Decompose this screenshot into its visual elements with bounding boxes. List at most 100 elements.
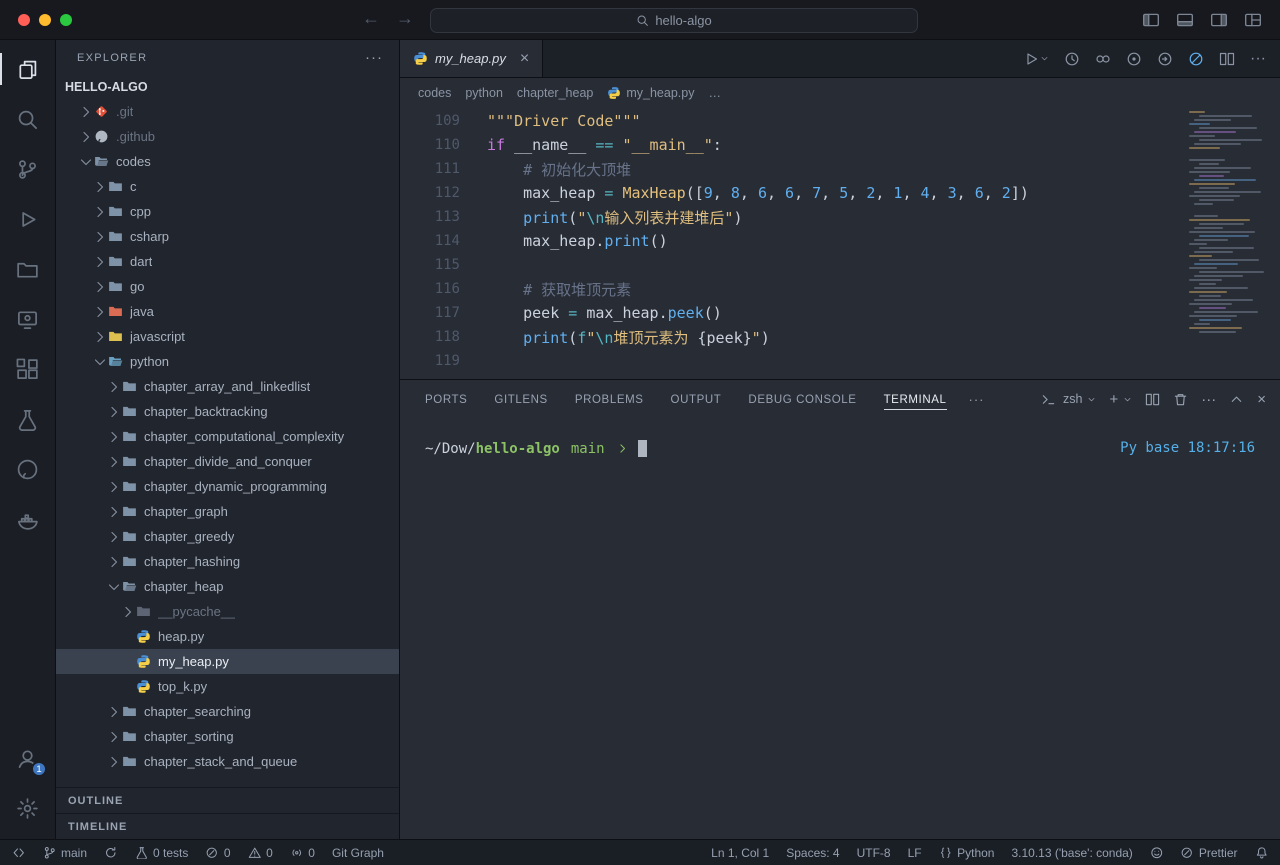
terminal-more-actions-icon[interactable]: ··· [1201, 392, 1216, 407]
toggle-secondary-sidebar-icon[interactable] [1210, 11, 1228, 29]
status-errors[interactable]: 0 [205, 846, 230, 860]
activity-remote-explorer[interactable] [0, 294, 55, 344]
tree-item-chapter-heap[interactable]: chapter_heap [56, 574, 399, 599]
activity-testing[interactable] [0, 394, 55, 444]
python-run-config-button[interactable] [1188, 51, 1204, 67]
customize-layout-icon[interactable] [1244, 11, 1262, 29]
activity-source-control[interactable] [0, 144, 55, 194]
toggle-primary-sidebar-icon[interactable] [1142, 11, 1160, 29]
tree-item-heap-py[interactable]: heap.py [56, 624, 399, 649]
activity-file-folders[interactable] [0, 244, 55, 294]
panel-tab-terminal[interactable]: TERMINAL [884, 389, 947, 410]
tree-item-my-heap-py[interactable]: my_heap.py [56, 649, 399, 674]
status-git-branch[interactable]: main [43, 846, 88, 860]
panel-more-tabs[interactable]: ··· [969, 392, 985, 407]
activity-run-and-debug[interactable] [0, 194, 55, 244]
status-ports[interactable]: 0 [290, 846, 315, 860]
status-tests[interactable]: 0 tests [135, 846, 189, 860]
terminal-content[interactable]: ~/Dow/hello-algo main Py base 18:17:16 [400, 418, 1280, 839]
command-center-search[interactable]: hello-algo [430, 8, 918, 33]
zoom-window-button[interactable] [60, 14, 72, 26]
panel-tab-gitlens[interactable]: GITLENS [494, 389, 547, 410]
tree-item-github[interactable]: .github [56, 124, 399, 149]
minimap[interactable] [1189, 111, 1275, 335]
status-notifications[interactable] [1255, 846, 1269, 860]
status-indentation[interactable]: Spaces: 4 [786, 846, 839, 860]
status-cursor-position[interactable]: Ln 1, Col 1 [711, 846, 769, 860]
view-timeline-button[interactable] [1064, 51, 1080, 67]
panel-tab-debug-console[interactable]: DEBUG CONSOLE [748, 389, 856, 410]
breadcrumb-item[interactable]: codes [418, 86, 451, 100]
status-sync[interactable] [104, 846, 118, 860]
status-git-graph[interactable]: Git Graph [332, 846, 384, 860]
tree-item-python[interactable]: python [56, 349, 399, 374]
panel-tab-problems[interactable]: PROBLEMS [575, 389, 644, 410]
close-window-button[interactable] [18, 14, 30, 26]
tree-item-chapter-backtracking[interactable]: chapter_backtracking [56, 399, 399, 424]
gitlens-open-changes-button[interactable] [1126, 51, 1142, 67]
forward-button[interactable]: → [396, 8, 414, 29]
activity-search[interactable] [0, 94, 55, 144]
more-actions-button[interactable]: ··· [1250, 51, 1266, 67]
tree-item-chapter-graph[interactable]: chapter_graph [56, 499, 399, 524]
outline-section[interactable]: OUTLINE [56, 787, 399, 813]
tree-item-chapter-stack-and-queue[interactable]: chapter_stack_and_queue [56, 749, 399, 774]
panel-tab-output[interactable]: OUTPUT [671, 389, 722, 410]
status-prettier[interactable]: Prettier [1180, 846, 1237, 860]
tree-item-chapter-greedy[interactable]: chapter_greedy [56, 524, 399, 549]
tree-item-git[interactable]: .git [56, 99, 399, 124]
kill-terminal-icon[interactable] [1173, 392, 1188, 407]
status-encoding[interactable]: UTF-8 [857, 846, 891, 860]
tree-item-csharp[interactable]: csharp [56, 224, 399, 249]
status-feedback[interactable] [1150, 846, 1164, 860]
code-editor[interactable]: 109"""Driver Code"""110if __name__ == "_… [400, 107, 1280, 379]
tab-my-heap-py[interactable]: my_heap.py × [400, 40, 543, 77]
status-remote[interactable] [12, 846, 26, 860]
tree-item-cpp[interactable]: cpp [56, 199, 399, 224]
tree-item-java[interactable]: java [56, 299, 399, 324]
tree-root-hello-algo[interactable]: HELLO-ALGO [56, 75, 399, 99]
run-python-file-button[interactable] [1023, 51, 1049, 67]
split-editor-button[interactable] [1219, 51, 1235, 67]
close-tab-icon[interactable]: × [520, 50, 529, 68]
toggle-panel-icon[interactable] [1176, 11, 1194, 29]
activity-docker[interactable] [0, 494, 55, 544]
tree-item-dart[interactable]: dart [56, 249, 399, 274]
tree-item-c[interactable]: c [56, 174, 399, 199]
status-eol[interactable]: LF [908, 846, 922, 860]
activity-github[interactable] [0, 444, 55, 494]
panel-tab-ports[interactable]: PORTS [425, 389, 467, 410]
new-terminal-icon[interactable]: + [1109, 392, 1118, 407]
gitlens-compare-button[interactable] [1095, 51, 1111, 67]
activity-explorer[interactable] [0, 44, 55, 94]
minimize-window-button[interactable] [39, 14, 51, 26]
tree-item-chapter-computational-complexity[interactable]: chapter_computational_complexity [56, 424, 399, 449]
tree-item-top-k-py[interactable]: top_k.py [56, 674, 399, 699]
gitlens-file-history-button[interactable] [1157, 51, 1173, 67]
new-terminal-chevron-icon[interactable] [1123, 395, 1132, 404]
tree-item-chapter-hashing[interactable]: chapter_hashing [56, 549, 399, 574]
breadcrumb-item[interactable]: … [708, 86, 721, 100]
breadcrumb-item[interactable]: my_heap.py [607, 86, 694, 100]
tree-item-chapter-array-and-linkedlist[interactable]: chapter_array_and_linkedlist [56, 374, 399, 399]
tree-item-pycache[interactable]: __pycache__ [56, 599, 399, 624]
tree-item-chapter-divide-and-conquer[interactable]: chapter_divide_and_conquer [56, 449, 399, 474]
status-language-mode[interactable]: Python [939, 846, 995, 860]
breadcrumb-item[interactable]: chapter_heap [517, 86, 593, 100]
tree-item-go[interactable]: go [56, 274, 399, 299]
shell-name[interactable]: zsh [1063, 392, 1082, 406]
tree-item-codes[interactable]: codes [56, 149, 399, 174]
close-panel-icon[interactable]: × [1257, 392, 1266, 407]
split-terminal-icon[interactable] [1145, 392, 1160, 407]
activity-settings[interactable] [0, 783, 55, 833]
maximize-panel-icon[interactable] [1229, 392, 1244, 407]
tree-item-chapter-searching[interactable]: chapter_searching [56, 699, 399, 724]
timeline-section[interactable]: TIMELINE [56, 813, 399, 839]
explorer-more-actions[interactable]: ··· [365, 49, 383, 66]
activity-accounts[interactable]: 1 [0, 733, 55, 783]
breadcrumb-item[interactable]: python [465, 86, 503, 100]
tree-item-chapter-sorting[interactable]: chapter_sorting [56, 724, 399, 749]
tree-item-javascript[interactable]: javascript [56, 324, 399, 349]
back-button[interactable]: ← [362, 8, 380, 29]
activity-extensions[interactable] [0, 344, 55, 394]
